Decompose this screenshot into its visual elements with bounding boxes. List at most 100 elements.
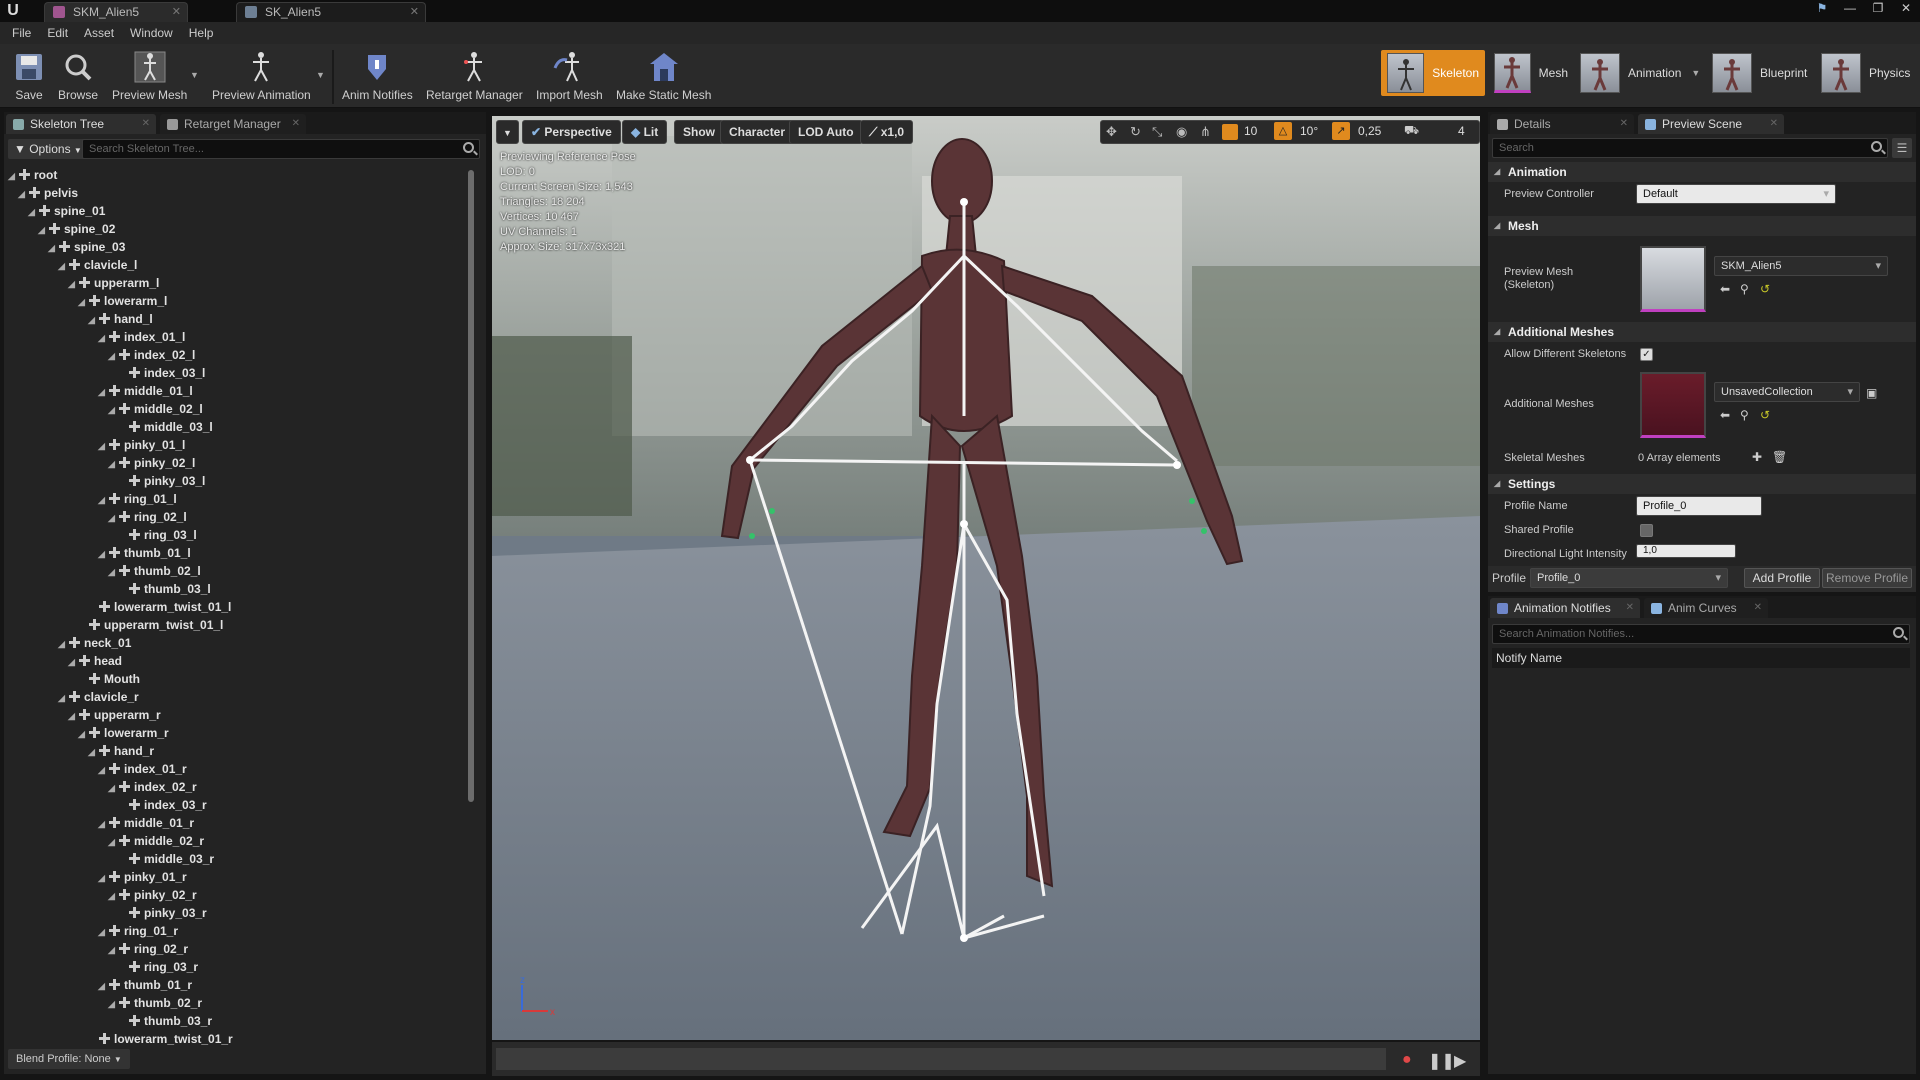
expand-arrow-icon[interactable]: ◢ xyxy=(108,509,118,527)
close-icon[interactable]: ✕ xyxy=(292,114,300,134)
profile-name-input[interactable]: Profile_0 xyxy=(1636,496,1762,516)
tree-row-index_02_r[interactable]: ◢ index_02_r xyxy=(108,778,197,796)
save-button[interactable]: Save xyxy=(10,48,48,106)
tree-row-pinky_02_r[interactable]: ◢ pinky_02_r xyxy=(108,886,197,904)
close-icon[interactable]: ✕ xyxy=(142,114,150,134)
tree-row-index_01_r[interactable]: ◢ index_01_r xyxy=(98,760,187,778)
tab-animation-notifies[interactable]: Animation Notifies ✕ xyxy=(1490,598,1640,618)
mode-animation-button[interactable]: Animation ▼ xyxy=(1574,50,1708,96)
camera-speed-icon[interactable]: ⛟ xyxy=(1404,123,1419,139)
tree-row-spine_02[interactable]: ◢ spine_02 xyxy=(38,220,115,238)
section-additional-meshes[interactable]: Additional Meshes xyxy=(1488,322,1916,342)
notify-name-column-header[interactable]: Notify Name xyxy=(1492,648,1910,668)
tree-row-head[interactable]: ◢ head xyxy=(68,652,122,670)
tree-row-Mouth[interactable]: Mouth xyxy=(78,670,140,688)
grid-snap-icon[interactable] xyxy=(1222,124,1238,140)
close-icon[interactable]: ✕ xyxy=(1770,114,1778,134)
browse-asset-icon[interactable]: ⚲ xyxy=(1740,282,1749,296)
tree-row-pinky_02_l[interactable]: ◢ pinky_02_l xyxy=(108,454,195,472)
expand-arrow-icon[interactable]: ◢ xyxy=(108,941,118,959)
expand-arrow-icon[interactable]: ◢ xyxy=(108,995,118,1013)
tab-anim-curves[interactable]: Anim Curves ✕ xyxy=(1644,598,1768,618)
browse-button[interactable]: Browse xyxy=(58,48,98,106)
allow-different-skeletons-checkbox[interactable]: ✓ xyxy=(1640,348,1653,361)
doc-tab-sk[interactable]: SK_Alien5 ✕ xyxy=(236,2,426,22)
tree-row-pinky_03_r[interactable]: pinky_03_r xyxy=(118,904,207,922)
expand-arrow-icon[interactable]: ◢ xyxy=(108,347,118,365)
add-element-icon[interactable]: ✚ xyxy=(1752,450,1762,464)
use-selected-icon[interactable]: ⬅ xyxy=(1720,408,1730,422)
mode-physics-button[interactable]: Physics xyxy=(1815,50,1919,96)
expand-arrow-icon[interactable]: ◢ xyxy=(108,401,118,419)
reset-icon[interactable]: ↺ xyxy=(1760,408,1770,422)
playback-speed-button[interactable]: ⟋ x1,0 xyxy=(860,120,914,144)
rotate-icon[interactable]: ↻ xyxy=(1130,124,1141,140)
expand-arrow-icon[interactable]: ◢ xyxy=(58,635,68,653)
tree-row-ring_02_l[interactable]: ◢ ring_02_l xyxy=(108,508,187,526)
tree-row-middle_03_l[interactable]: middle_03_l xyxy=(118,418,213,436)
preview-mesh-dropdown[interactable]: SKM_Alien5 xyxy=(1714,256,1888,276)
blend-profile-dropdown[interactable]: Blend Profile: None ▼ xyxy=(8,1049,130,1069)
expand-arrow-icon[interactable]: ◢ xyxy=(38,221,48,239)
expand-arrow-icon[interactable]: ◢ xyxy=(98,329,108,347)
scale-snap-icon[interactable]: ↗ xyxy=(1332,122,1350,140)
tree-row-pinky_03_l[interactable]: pinky_03_l xyxy=(118,472,205,490)
tree-scrollbar[interactable] xyxy=(468,170,474,802)
tree-row-middle_02_r[interactable]: ◢ middle_02_r xyxy=(108,832,204,850)
menu-window[interactable]: Window xyxy=(122,26,181,40)
camera-speed-value[interactable]: 4 xyxy=(1458,124,1465,138)
reset-icon[interactable]: ↺ xyxy=(1760,282,1770,296)
save-collection-icon[interactable]: ▣ xyxy=(1866,386,1877,400)
tree-row-hand_l[interactable]: ◢ hand_l xyxy=(88,310,153,328)
tree-row-index_01_l[interactable]: ◢ index_01_l xyxy=(98,328,185,346)
tree-row-lowerarm_r[interactable]: ◢ lowerarm_r xyxy=(78,724,169,742)
preview-mesh-thumbnail[interactable] xyxy=(1640,246,1706,312)
anim-notifies-button[interactable]: Anim Notifies xyxy=(342,48,413,106)
expand-arrow-icon[interactable]: ◢ xyxy=(98,869,108,887)
feedback-icon[interactable]: ⚑ xyxy=(1808,0,1836,18)
tab-details[interactable]: Details ✕ xyxy=(1490,114,1634,134)
options-dropdown[interactable]: ▼ Options ▼ xyxy=(8,139,88,159)
expand-arrow-icon[interactable]: ◢ xyxy=(108,887,118,905)
tree-row-ring_02_r[interactable]: ◢ ring_02_r xyxy=(108,940,188,958)
tab-preview-scene-settings[interactable]: Preview Scene Sett✕ xyxy=(1638,114,1784,151)
import-mesh-button[interactable]: Import Mesh xyxy=(536,48,603,106)
tree-row-index_03_l[interactable]: index_03_l xyxy=(118,364,205,382)
expand-arrow-icon[interactable]: ◢ xyxy=(48,239,58,257)
expand-arrow-icon[interactable]: ◢ xyxy=(98,761,108,779)
tree-row-spine_01[interactable]: ◢ spine_01 xyxy=(28,202,105,220)
tree-row-clavicle_r[interactable]: ◢ clavicle_r xyxy=(58,688,139,706)
section-settings[interactable]: Settings xyxy=(1488,474,1916,494)
unreal-logo-icon[interactable]: U xyxy=(4,2,22,20)
viewport[interactable]: zx ▼ ✔ Perspective ◆ Lit Show Character … xyxy=(492,116,1480,1040)
step-forward-icon[interactable]: ▶ xyxy=(1454,1051,1466,1071)
expand-arrow-icon[interactable]: ◢ xyxy=(68,653,78,671)
expand-arrow-icon[interactable]: ◢ xyxy=(98,815,108,833)
lit-button[interactable]: ◆ Lit xyxy=(622,120,668,144)
retarget-manager-button[interactable]: Retarget Manager xyxy=(426,48,523,106)
expand-arrow-icon[interactable]: ◢ xyxy=(28,203,38,221)
tree-row-root[interactable]: ◢ root xyxy=(8,166,57,184)
tree-row-upperarm_r[interactable]: ◢ upperarm_r xyxy=(68,706,161,724)
show-button[interactable]: Show xyxy=(674,120,724,144)
tab-retarget-manager[interactable]: Retarget Manager ✕ xyxy=(160,114,306,134)
expand-arrow-icon[interactable]: ◢ xyxy=(18,185,28,203)
tree-row-pelvis[interactable]: ◢ pelvis xyxy=(18,184,78,202)
add-profile-button[interactable]: Add Profile xyxy=(1744,568,1820,588)
tree-row-thumb_03_r[interactable]: thumb_03_r xyxy=(118,1012,212,1030)
scale-icon[interactable]: ⤡ xyxy=(1152,124,1162,140)
timeline-scrubber[interactable] xyxy=(496,1048,1386,1070)
tree-row-ring_03_r[interactable]: ring_03_r xyxy=(118,958,198,976)
close-icon[interactable]: ✕ xyxy=(172,3,181,21)
close-icon[interactable]: ✕ xyxy=(1626,598,1634,618)
expand-arrow-icon[interactable]: ◢ xyxy=(68,707,78,725)
translate-icon[interactable]: ✥ xyxy=(1106,124,1117,140)
close-icon[interactable]: ✕ xyxy=(1754,598,1762,618)
rotation-snap-icon[interactable]: △ xyxy=(1274,122,1292,140)
expand-arrow-icon[interactable]: ◢ xyxy=(8,167,18,185)
notifies-search-input[interactable]: Search Animation Notifies... xyxy=(1492,624,1910,644)
menu-edit[interactable]: Edit xyxy=(39,26,76,40)
expand-arrow-icon[interactable]: ◢ xyxy=(68,275,78,293)
additional-meshes-thumbnail[interactable] xyxy=(1640,372,1706,438)
close-window-button[interactable]: ✕ xyxy=(1892,0,1920,18)
